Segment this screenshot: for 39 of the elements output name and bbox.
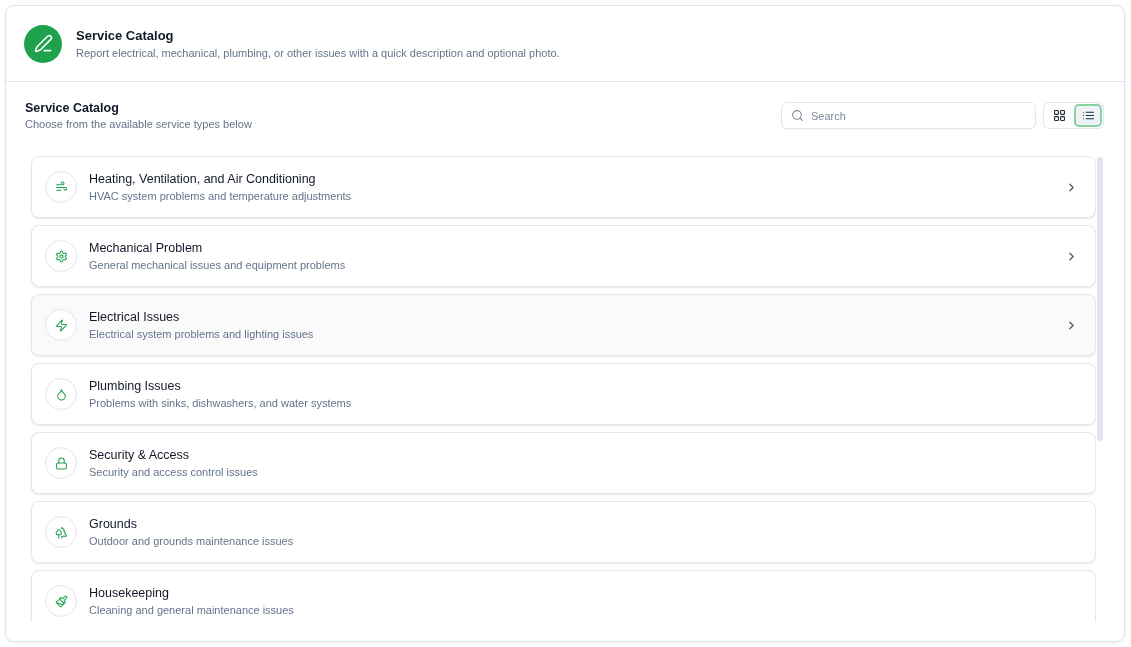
service-title: Plumbing Issues bbox=[89, 378, 182, 394]
service-description: Outdoor and grounds maintenance issues bbox=[89, 534, 295, 548]
scrollbar-thumb[interactable] bbox=[1097, 157, 1103, 441]
grid-icon bbox=[1053, 110, 1065, 121]
service-title: Housekeeping bbox=[89, 585, 170, 601]
service-card[interactable]: Security & Access Security and access control issues bbox=[31, 432, 1096, 494]
lightning-icon bbox=[45, 309, 77, 341]
pencil-icon bbox=[24, 24, 62, 63]
service-description: Problems with sinks, dishwashers, and water systems bbox=[89, 396, 353, 410]
search-field[interactable]: Search bbox=[781, 102, 1036, 129]
list-view-button[interactable] bbox=[1074, 104, 1102, 127]
wind-icon bbox=[45, 171, 77, 203]
trees-icon bbox=[45, 516, 77, 548]
service-description: Electrical system problems and lighting issues bbox=[89, 327, 315, 341]
service-title: Mechanical Problem bbox=[89, 240, 204, 256]
droplet-icon bbox=[45, 378, 77, 410]
page-subtitle: Report electrical, mechanical, plumbing, or other issues with a quick description and optional photo. bbox=[76, 45, 560, 60]
service-card[interactable]: Electrical Issues Electrical system problems and lighting issues bbox=[31, 294, 1096, 356]
search-icon bbox=[791, 109, 804, 122]
service-card[interactable]: Heating, Ventilation, and Air Conditioning HVAC system problems and temperature adjustments bbox=[31, 156, 1096, 218]
service-card[interactable]: Mechanical Problem General mechanical issues and equipment problems bbox=[31, 225, 1096, 287]
service-card[interactable]: Housekeeping Cleaning and general maintenance issues bbox=[31, 570, 1096, 622]
service-title: Electrical Issues bbox=[89, 309, 181, 325]
gear-icon bbox=[45, 240, 77, 272]
section-subtitle: Choose from the available service types below bbox=[25, 116, 252, 131]
brush-icon bbox=[45, 585, 77, 617]
service-card[interactable]: Grounds Outdoor and grounds maintenance issues bbox=[31, 501, 1096, 563]
service-description: HVAC system problems and temperature adjustments bbox=[89, 189, 353, 203]
service-title: Security & Access bbox=[89, 447, 191, 463]
list-icon bbox=[1082, 110, 1094, 121]
service-description: General mechanical issues and equipment problems bbox=[89, 258, 347, 272]
service-description: Cleaning and general maintenance issues bbox=[89, 603, 295, 617]
page-title: Service Catalog bbox=[76, 27, 175, 44]
service-title: Grounds bbox=[89, 516, 138, 532]
service-description: Security and access control issues bbox=[89, 465, 259, 479]
service-title: Heating, Ventilation, and Air Conditioning bbox=[89, 171, 317, 187]
section-title: Service Catalog bbox=[25, 100, 120, 116]
service-card[interactable]: Plumbing Issues Problems with sinks, dishwashers, and water systems bbox=[31, 363, 1096, 425]
lock-icon bbox=[45, 447, 77, 479]
